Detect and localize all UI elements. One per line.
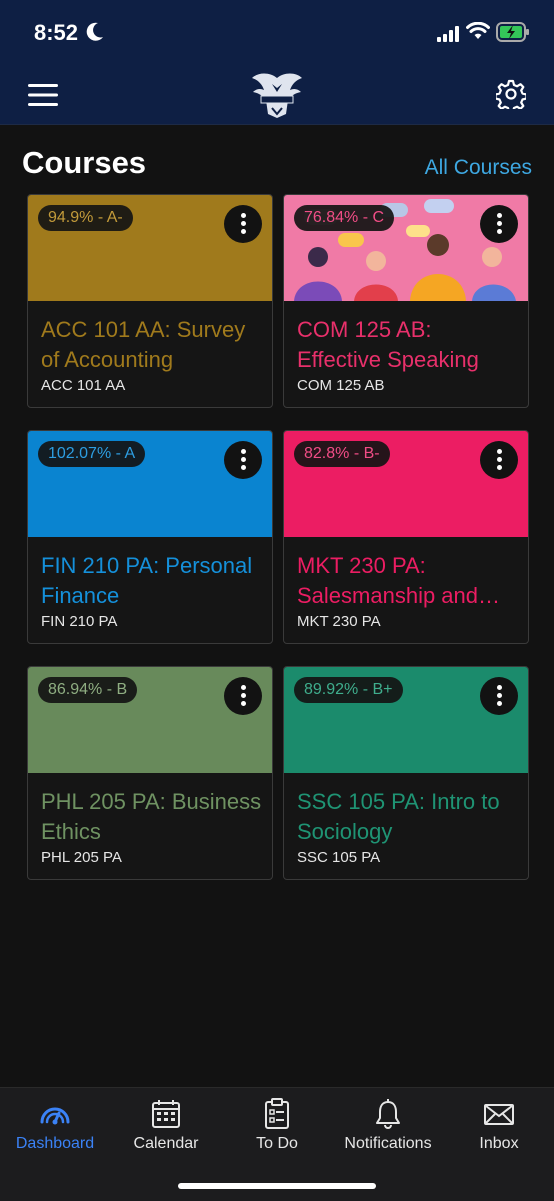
- grade-badge: 86.94% - B: [38, 677, 138, 703]
- status-time: 8:52: [34, 20, 79, 45]
- wifi-icon: [466, 22, 490, 39]
- tab-label: To Do: [256, 1135, 298, 1152]
- course-code: ACC 101 AA: [41, 377, 126, 394]
- grade-badge: 94.9% - A-: [38, 205, 133, 231]
- more-options-button[interactable]: [480, 677, 518, 715]
- tab-dashboard[interactable]: Dashboard: [0, 1088, 110, 1168]
- school-logo: [252, 73, 302, 118]
- bell-icon: [376, 1099, 400, 1129]
- tab-label: Calendar: [133, 1135, 199, 1152]
- course-card-fin210[interactable]: 102.07% - A FIN 210 PA: Personal Finance…: [27, 430, 273, 644]
- course-card-ssc105[interactable]: 89.92% - B+ SSC 105 PA: Intro to Sociolo…: [283, 666, 529, 880]
- grade-badge: 89.92% - B+: [294, 677, 403, 703]
- home-indicator: [178, 1183, 376, 1189]
- course-title: ACC 101 AA: Survey of Accounting: [41, 317, 246, 372]
- course-code: SSC 105 PA: [297, 849, 381, 866]
- todo-icon: [265, 1098, 289, 1129]
- more-options-button[interactable]: [224, 441, 262, 479]
- status-bar: 8:52: [0, 0, 554, 66]
- dashboard-icon: [40, 1107, 70, 1125]
- more-options-button[interactable]: [224, 677, 262, 715]
- inbox-icon: [484, 1104, 514, 1125]
- more-options-button[interactable]: [224, 205, 262, 243]
- course-title: SSC 105 PA: Intro to Sociology: [297, 789, 500, 844]
- tab-todo[interactable]: To Do: [222, 1088, 332, 1168]
- all-courses-link[interactable]: All Courses: [425, 156, 532, 180]
- tab-inbox[interactable]: Inbox: [444, 1088, 554, 1168]
- tab-notifications[interactable]: Notifications: [333, 1088, 443, 1168]
- course-title: FIN 210 PA: Personal Finance: [41, 553, 253, 608]
- tab-label: Inbox: [479, 1135, 519, 1152]
- battery-charging-icon: [496, 22, 529, 42]
- tab-label: Notifications: [344, 1135, 432, 1152]
- course-card-acc101[interactable]: 94.9% - A- ACC 101 AA: Survey of Account…: [27, 194, 273, 408]
- more-options-button[interactable]: [480, 205, 518, 243]
- course-code: FIN 210 PA: [41, 613, 118, 630]
- tab-label: Dashboard: [15, 1135, 95, 1152]
- grade-badge: 102.07% - A: [38, 441, 146, 467]
- course-title: PHL 205 PA: Business Ethics: [41, 789, 262, 844]
- cellular-signal-icon: [437, 26, 459, 42]
- course-card-com125[interactable]: 76.84% - C COM 125 AB: Effective Speakin…: [283, 194, 529, 408]
- grade-badge: 76.84% - C: [294, 205, 395, 231]
- moon-icon: [86, 22, 103, 41]
- course-title: MKT 230 PA: Salesmanship and…: [297, 553, 501, 608]
- course-title: COM 125 AB: Effective Speaking: [297, 317, 479, 372]
- course-card-mkt230[interactable]: 82.8% - B- MKT 230 PA: Salesmanship and……: [283, 430, 529, 644]
- calendar-icon: [152, 1100, 180, 1128]
- course-code: PHL 205 PA: [41, 849, 122, 866]
- gear-icon[interactable]: [496, 79, 526, 109]
- course-card-phl205[interactable]: 86.94% - B PHL 205 PA: Business Ethics P…: [27, 666, 273, 880]
- page-title: Courses: [22, 145, 147, 180]
- hamburger-menu-icon[interactable]: [28, 82, 58, 108]
- more-options-button[interactable]: [480, 441, 518, 479]
- course-code: MKT 230 PA: [297, 613, 381, 630]
- top-nav-bar: [0, 66, 554, 125]
- grade-badge: 82.8% - B-: [294, 441, 390, 467]
- tab-calendar[interactable]: Calendar: [111, 1088, 221, 1168]
- course-code: COM 125 AB: [297, 377, 385, 394]
